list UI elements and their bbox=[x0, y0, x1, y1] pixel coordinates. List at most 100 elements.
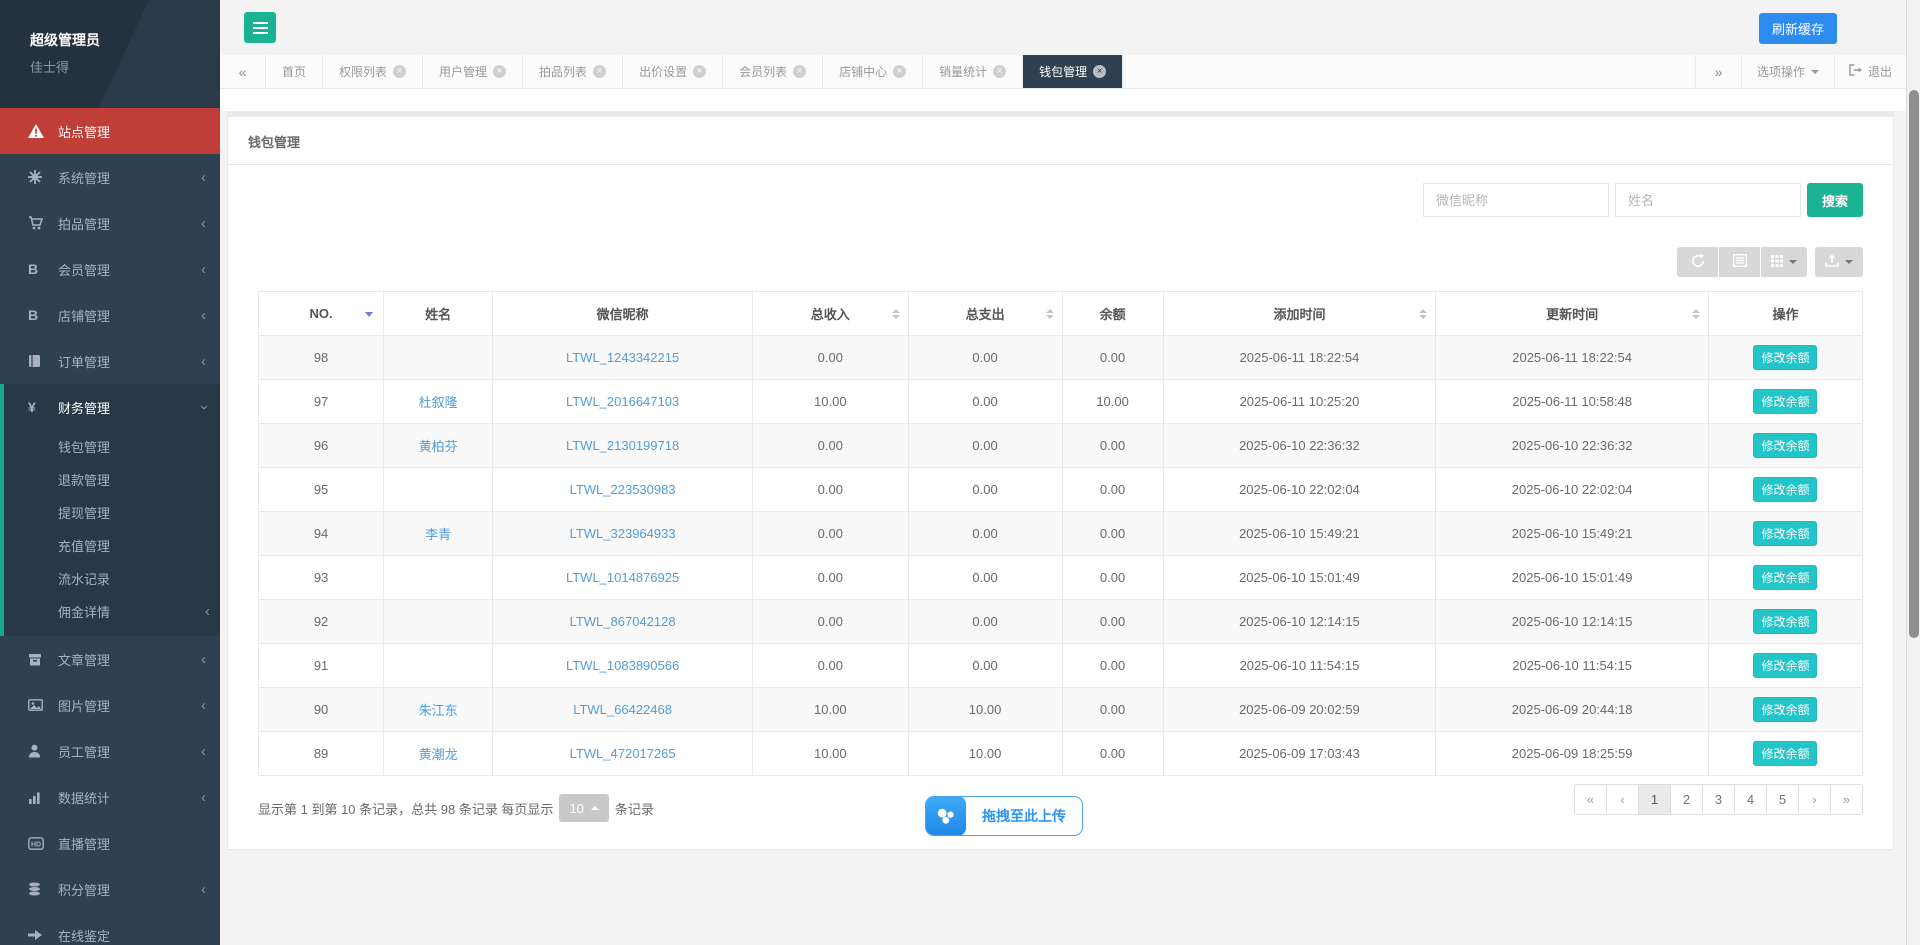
modify-balance-button[interactable]: 修改余额 bbox=[1753, 653, 1817, 678]
modify-balance-button[interactable]: 修改余额 bbox=[1753, 565, 1817, 590]
modify-balance-button[interactable]: 修改余额 bbox=[1753, 433, 1817, 458]
modify-balance-button[interactable]: 修改余额 bbox=[1753, 477, 1817, 502]
sidebar-item[interactable]: 积分管理‹ bbox=[0, 866, 220, 912]
close-icon[interactable]: × bbox=[493, 65, 506, 78]
close-icon[interactable]: × bbox=[993, 65, 1006, 78]
nickname-link[interactable]: LTWL_2016647103 bbox=[566, 394, 679, 409]
options-dropdown[interactable]: 选项操作 bbox=[1741, 55, 1834, 88]
sidebar-subitem[interactable]: 钱包管理 bbox=[4, 430, 220, 463]
name-link[interactable]: 黄潮龙 bbox=[419, 747, 458, 762]
name-link[interactable]: 黄柏芬 bbox=[419, 439, 458, 454]
column-header[interactable]: 添加时间 bbox=[1163, 292, 1436, 336]
name-input[interactable] bbox=[1615, 183, 1801, 217]
page-button[interactable]: 5 bbox=[1766, 784, 1799, 815]
close-icon[interactable]: × bbox=[593, 65, 606, 78]
wechat-nickname-input[interactable] bbox=[1423, 183, 1609, 217]
sidebar-subitem[interactable]: 退款管理 bbox=[4, 463, 220, 496]
toggle-view-button[interactable] bbox=[1719, 247, 1760, 277]
close-icon[interactable]: × bbox=[893, 65, 906, 78]
pagination: «‹12345›» bbox=[1574, 784, 1863, 815]
page-button[interactable]: 3 bbox=[1702, 784, 1735, 815]
hamburger-menu-button[interactable] bbox=[244, 12, 276, 43]
sidebar-item[interactable]: 站点管理 bbox=[0, 108, 220, 154]
column-header[interactable]: NO. bbox=[259, 292, 384, 336]
modify-balance-button[interactable]: 修改余额 bbox=[1753, 697, 1817, 722]
nickname-link[interactable]: LTWL_1243342215 bbox=[566, 350, 679, 365]
export-button[interactable] bbox=[1815, 247, 1863, 277]
sidebar-item[interactable]: B店铺管理‹ bbox=[0, 292, 220, 338]
nickname-link[interactable]: LTWL_472017265 bbox=[570, 746, 676, 761]
page-scrollbar[interactable] bbox=[1906, 0, 1920, 945]
tab[interactable]: 拍品列表× bbox=[523, 55, 623, 88]
refresh-cache-button[interactable]: 刷新缓存 bbox=[1759, 13, 1837, 44]
tab[interactable]: 销量统计× bbox=[923, 55, 1023, 88]
tab[interactable]: 出价设置× bbox=[623, 55, 723, 88]
nickname-link[interactable]: LTWL_1083890566 bbox=[566, 658, 679, 673]
close-icon[interactable]: × bbox=[793, 65, 806, 78]
income-cell: 10.00 bbox=[753, 380, 909, 424]
page-button[interactable]: » bbox=[1830, 784, 1863, 815]
close-icon[interactable]: × bbox=[693, 65, 706, 78]
sidebar-subitem[interactable]: 流水记录 bbox=[4, 562, 220, 595]
modify-balance-button[interactable]: 修改余额 bbox=[1753, 345, 1817, 370]
name-link[interactable]: 朱江东 bbox=[419, 703, 458, 718]
tab[interactable]: 用户管理× bbox=[423, 55, 523, 88]
sidebar-item[interactable]: ¥财务管理‹ bbox=[4, 384, 220, 430]
modify-balance-button[interactable]: 修改余额 bbox=[1753, 521, 1817, 546]
tab[interactable]: 会员列表× bbox=[723, 55, 823, 88]
columns-button[interactable] bbox=[1761, 247, 1807, 277]
page-button[interactable]: 1 bbox=[1638, 784, 1671, 815]
sidebar-item[interactable]: 员工管理‹ bbox=[0, 728, 220, 774]
sidebar-item[interactable]: B会员管理‹ bbox=[0, 246, 220, 292]
sidebar-item[interactable]: 订单管理‹ bbox=[0, 338, 220, 384]
nickname-link[interactable]: LTWL_2130199718 bbox=[566, 438, 679, 453]
page-button[interactable]: 4 bbox=[1734, 784, 1767, 815]
tab[interactable]: 钱包管理× bbox=[1023, 55, 1123, 88]
modify-balance-button[interactable]: 修改余额 bbox=[1753, 389, 1817, 414]
column-header[interactable]: 更新时间 bbox=[1436, 292, 1709, 336]
logout-button[interactable]: 退出 bbox=[1834, 55, 1906, 88]
tab[interactable]: 店铺中心× bbox=[823, 55, 923, 88]
sidebar-item[interactable]: 在线鉴定 bbox=[0, 912, 220, 945]
tabs-scroll-right-button[interactable]: » bbox=[1695, 55, 1741, 88]
modify-balance-button[interactable]: 修改余额 bbox=[1753, 609, 1817, 634]
added-cell: 2025-06-09 17:03:43 bbox=[1163, 732, 1436, 776]
search-button[interactable]: 搜索 bbox=[1807, 183, 1863, 217]
close-icon[interactable]: × bbox=[393, 65, 406, 78]
sidebar-subitem[interactable]: 充值管理 bbox=[4, 529, 220, 562]
close-icon[interactable]: × bbox=[1093, 65, 1106, 78]
sidebar-subitem[interactable]: 提现管理 bbox=[4, 496, 220, 529]
page-size-select[interactable]: 10 bbox=[559, 794, 608, 822]
page-button[interactable]: › bbox=[1798, 784, 1831, 815]
nickname-link[interactable]: LTWL_867042128 bbox=[570, 614, 676, 629]
column-header-label: 总支出 bbox=[966, 307, 1005, 322]
sidebar-item[interactable]: 拍品管理‹ bbox=[0, 200, 220, 246]
sidebar-item-label: 系统管理 bbox=[58, 168, 110, 187]
upload-dropzone[interactable]: 拖拽至此上传 bbox=[925, 796, 1083, 836]
sidebar-item[interactable]: 数据统计‹ bbox=[0, 774, 220, 820]
nickname-link[interactable]: LTWL_1014876925 bbox=[566, 570, 679, 585]
tab[interactable]: 首页 bbox=[266, 55, 323, 88]
column-header[interactable]: 总收入 bbox=[753, 292, 909, 336]
modify-balance-button[interactable]: 修改余额 bbox=[1753, 741, 1817, 766]
column-header[interactable]: 总支出 bbox=[908, 292, 1062, 336]
page-button[interactable]: « bbox=[1574, 784, 1607, 815]
sidebar-item[interactable]: HD直播管理 bbox=[0, 820, 220, 866]
nickname-link[interactable]: LTWL_223530983 bbox=[570, 482, 676, 497]
name-link[interactable]: 李青 bbox=[425, 527, 451, 542]
scrollbar-thumb[interactable] bbox=[1909, 90, 1919, 638]
nickname-link[interactable]: LTWL_66422468 bbox=[573, 702, 672, 717]
sidebar-item[interactable]: 图片管理‹ bbox=[0, 682, 220, 728]
sidebar-subitem[interactable]: 佣金详情‹ bbox=[4, 595, 220, 628]
name-link[interactable]: 杜叙隆 bbox=[419, 395, 458, 410]
nickname-link[interactable]: LTWL_323964933 bbox=[570, 526, 676, 541]
page-button[interactable]: ‹ bbox=[1606, 784, 1639, 815]
income-cell: 0.00 bbox=[753, 600, 909, 644]
expense-cell: 0.00 bbox=[908, 556, 1062, 600]
tabs-scroll-left-button[interactable]: « bbox=[220, 55, 266, 88]
sidebar-item[interactable]: 系统管理‹ bbox=[0, 154, 220, 200]
refresh-button[interactable] bbox=[1677, 247, 1718, 277]
tab[interactable]: 权限列表× bbox=[323, 55, 423, 88]
page-button[interactable]: 2 bbox=[1670, 784, 1703, 815]
sidebar-item[interactable]: 文章管理‹ bbox=[0, 636, 220, 682]
